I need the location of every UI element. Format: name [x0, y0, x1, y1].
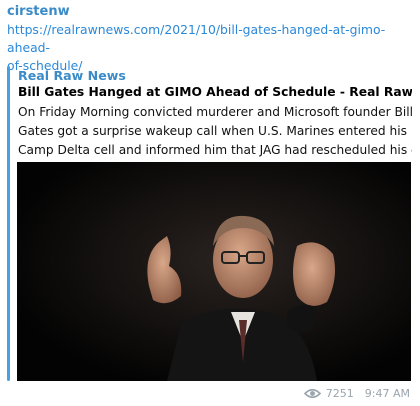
preview-accent-bar	[7, 66, 10, 381]
preview-photo[interactable]	[17, 162, 411, 381]
link-preview[interactable]: Real Raw News Bill Gates Hanged at GIMO …	[7, 66, 413, 382]
preview-photo-image	[17, 162, 411, 381]
preview-description: On Friday Morning convicted murderer and…	[18, 103, 412, 160]
sender-name[interactable]: cirstenw	[7, 4, 70, 19]
preview-description-line: On Friday Morning convicted murderer and…	[18, 105, 412, 119]
view-count: 7251	[325, 387, 354, 400]
preview-title: Bill Gates Hanged at GIMO Ahead of Sched…	[18, 85, 412, 99]
preview-description-line: Gates got a surprise wakeup call when U.…	[18, 124, 407, 138]
preview-description-line: Camp Delta cell and informed him that JA…	[18, 143, 412, 157]
message-meta: 7251 9:47 AM	[303, 387, 410, 400]
eye-icon	[303, 388, 321, 399]
message-time: 9:47 AM	[364, 387, 410, 400]
message-link-line-1[interactable]: https://realrawnews.com/2021/10/bill-gat…	[7, 21, 412, 57]
preview-site-name: Real Raw News	[18, 68, 126, 83]
